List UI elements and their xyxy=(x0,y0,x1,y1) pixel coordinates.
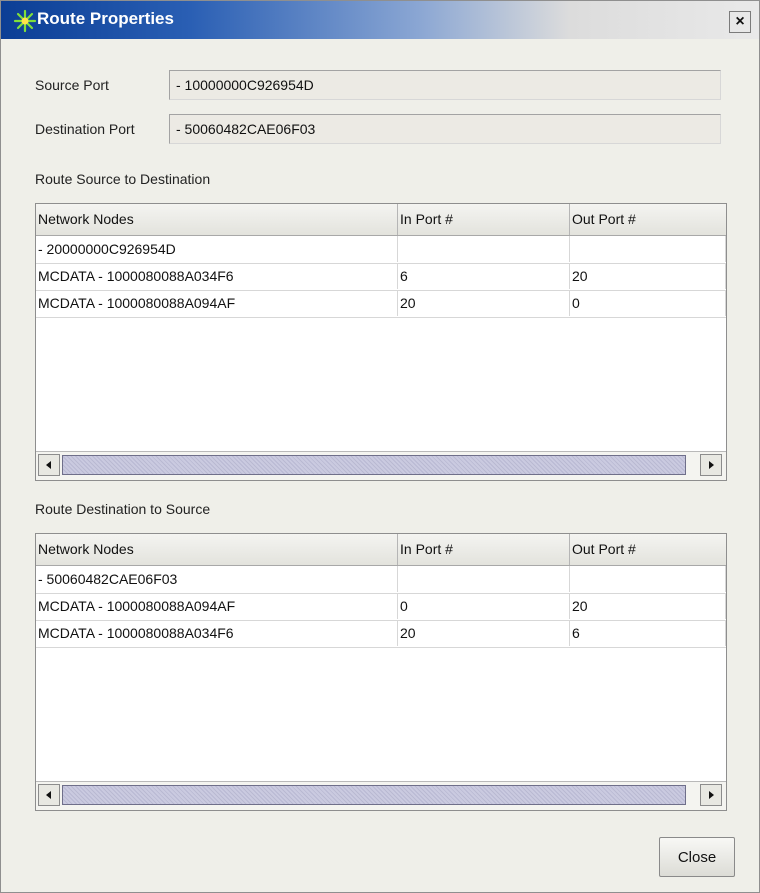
title-bar[interactable]: Route Properties × xyxy=(1,1,759,39)
cell-in-port: 0 xyxy=(398,593,570,619)
close-button[interactable]: Close xyxy=(659,837,735,877)
column-header-network-nodes[interactable]: Network Nodes xyxy=(36,204,398,235)
cell-in-port xyxy=(398,236,570,262)
cell-in-port: 20 xyxy=(398,620,570,646)
cell-in-port: 20 xyxy=(398,290,570,316)
column-header-in-port[interactable]: In Port # xyxy=(398,204,570,235)
dialog-title: Route Properties xyxy=(37,9,174,28)
horizontal-scrollbar[interactable] xyxy=(36,451,726,480)
route-dst-to-src-label: Route Destination to Source xyxy=(35,501,211,517)
arrow-right-icon xyxy=(709,461,714,469)
column-header-out-port[interactable]: Out Port # xyxy=(570,534,726,565)
cell-out-port xyxy=(570,236,726,262)
cell-out-port: 20 xyxy=(570,593,726,619)
cell-in-port xyxy=(398,566,570,592)
scroll-left-button[interactable] xyxy=(38,784,60,806)
column-header-network-nodes[interactable]: Network Nodes xyxy=(36,534,398,565)
destination-port-label: Destination Port xyxy=(35,121,135,137)
route-src-to-dst-label: Route Source to Destination xyxy=(35,171,211,187)
scroll-thumb[interactable] xyxy=(62,785,686,805)
cell-out-port xyxy=(570,566,726,592)
scroll-thumb[interactable] xyxy=(62,455,686,475)
cell-network-node: MCDATA - 1000080088A034F6 xyxy=(36,620,398,646)
cell-network-node: MCDATA - 1000080088A034F6 xyxy=(36,263,398,289)
source-port-label: Source Port xyxy=(35,77,109,93)
source-port-field: - 10000000C926954D xyxy=(169,70,721,100)
cell-in-port: 6 xyxy=(398,263,570,289)
cell-out-port: 6 xyxy=(570,620,726,646)
arrow-left-icon xyxy=(46,791,51,799)
cell-out-port: 0 xyxy=(570,290,726,316)
scroll-right-button[interactable] xyxy=(700,454,722,476)
cell-network-node: MCDATA - 1000080088A094AF xyxy=(36,593,398,619)
table-row[interactable]: MCDATA - 1000080088A094AF 0 20 xyxy=(36,593,726,621)
table-header: Network Nodes In Port # Out Port # xyxy=(36,204,726,236)
column-header-in-port[interactable]: In Port # xyxy=(398,534,570,565)
table-row[interactable]: MCDATA - 1000080088A034F6 20 6 xyxy=(36,620,726,648)
table-row[interactable]: - 50060482CAE06F03 xyxy=(36,566,726,594)
scroll-left-button[interactable] xyxy=(38,454,60,476)
route-properties-dialog: Route Properties × Source Port - 1000000… xyxy=(0,0,760,893)
destination-port-field: - 50060482CAE06F03 xyxy=(169,114,721,144)
table-row[interactable]: MCDATA - 1000080088A094AF 20 0 xyxy=(36,290,726,318)
table-row[interactable]: - 20000000C926954D xyxy=(36,236,726,264)
table-header: Network Nodes In Port # Out Port # xyxy=(36,534,726,566)
scroll-right-button[interactable] xyxy=(700,784,722,806)
arrow-left-icon xyxy=(46,461,51,469)
close-icon[interactable]: × xyxy=(729,11,751,33)
route-dst-to-src-table: Network Nodes In Port # Out Port # - 500… xyxy=(35,533,727,811)
cell-network-node: - 20000000C926954D xyxy=(36,236,398,262)
table-row[interactable]: MCDATA - 1000080088A034F6 6 20 xyxy=(36,263,726,291)
route-src-to-dst-table: Network Nodes In Port # Out Port # - 200… xyxy=(35,203,727,481)
cell-network-node: - 50060482CAE06F03 xyxy=(36,566,398,592)
cell-network-node: MCDATA - 1000080088A094AF xyxy=(36,290,398,316)
cell-out-port: 20 xyxy=(570,263,726,289)
horizontal-scrollbar[interactable] xyxy=(36,781,726,810)
column-header-out-port[interactable]: Out Port # xyxy=(570,204,726,235)
route-star-icon xyxy=(13,9,37,33)
arrow-right-icon xyxy=(709,791,714,799)
